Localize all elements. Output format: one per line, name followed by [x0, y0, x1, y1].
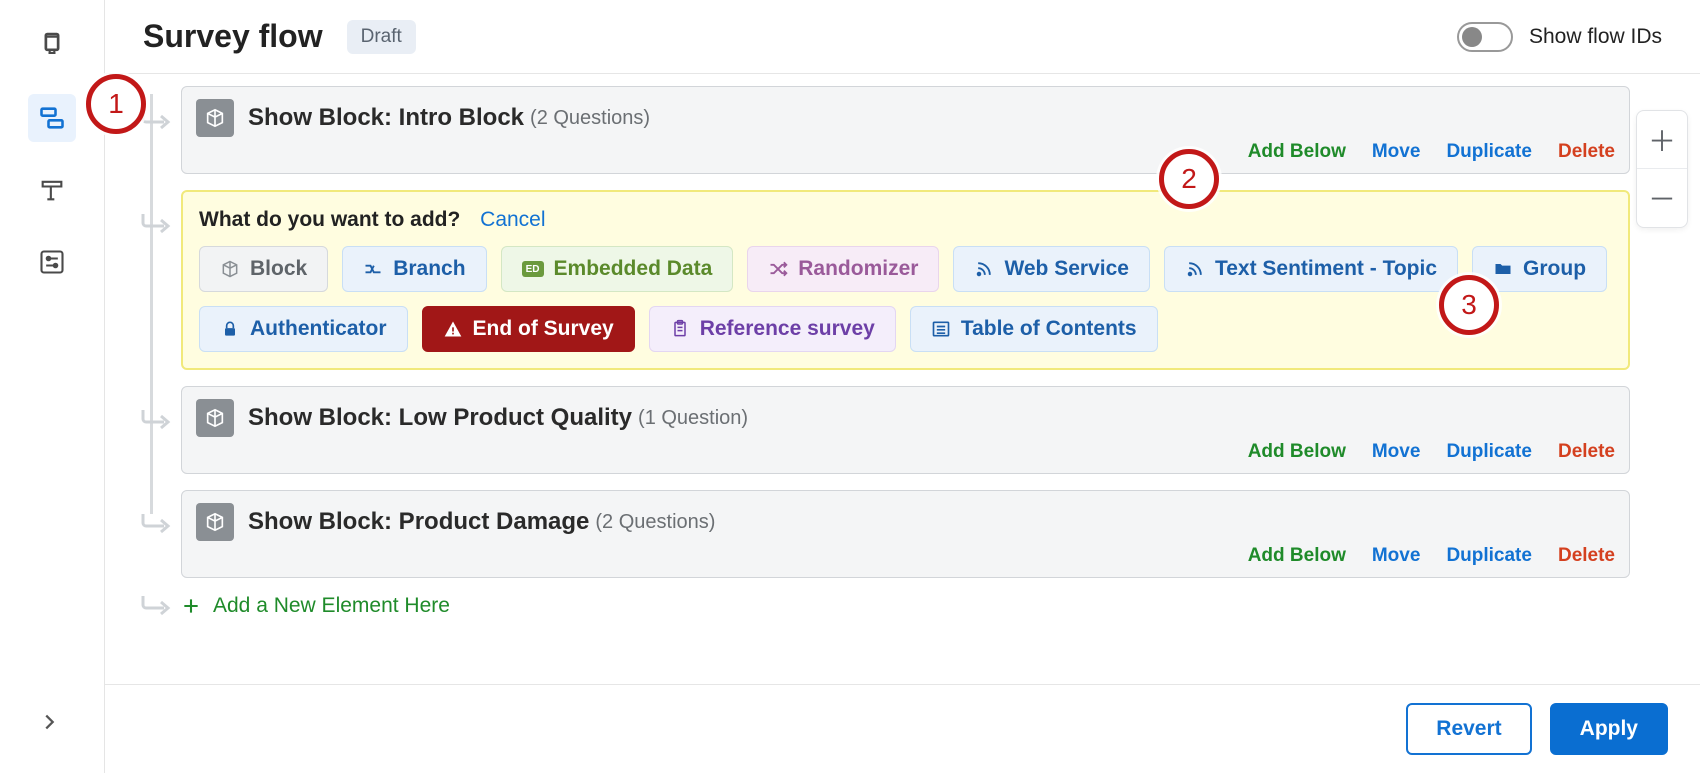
clipboard-icon [670, 319, 690, 339]
nav-options[interactable] [28, 238, 76, 286]
zoom-in-button[interactable]: ＋ [1637, 111, 1687, 169]
palette-authenticator-button[interactable]: Authenticator [199, 306, 408, 352]
duplicate-button[interactable]: Duplicate [1446, 441, 1532, 463]
add-new-element-label: Add a New Element Here [213, 594, 450, 618]
header: Survey flow Draft Show flow IDs [105, 0, 1700, 74]
delete-button[interactable]: Delete [1558, 141, 1615, 163]
flow-block[interactable]: Show Block: Low Product Quality (1 Quest… [181, 386, 1630, 474]
add-below-button[interactable]: Add Below [1248, 141, 1346, 163]
flow-block[interactable]: Show Block: Intro Block (2 Questions) Ad… [181, 86, 1630, 174]
palette-reference-survey-button[interactable]: Reference survey [649, 306, 896, 352]
delete-button[interactable]: Delete [1558, 441, 1615, 463]
flow-block[interactable]: Show Block: Product Damage (2 Questions)… [181, 490, 1630, 578]
status-badge: Draft [347, 20, 416, 54]
block-subtitle: (2 Questions) [530, 107, 650, 130]
move-button[interactable]: Move [1372, 545, 1421, 567]
element-palette: What do you want to add? Cancel Block Br… [181, 190, 1630, 370]
apply-button[interactable]: Apply [1550, 703, 1668, 755]
move-button[interactable]: Move [1372, 441, 1421, 463]
delete-button[interactable]: Delete [1558, 545, 1615, 567]
warning-icon [443, 319, 463, 339]
move-button[interactable]: Move [1372, 141, 1421, 163]
add-new-element-button[interactable]: Add a New Element Here [181, 594, 1630, 618]
page-title: Survey flow [143, 18, 323, 55]
annotation-marker: 2 [1159, 149, 1219, 209]
palette-branch-button[interactable]: Branch [342, 246, 486, 292]
folder-icon [1493, 259, 1513, 279]
embedded-data-icon: ED [522, 261, 544, 277]
shuffle-icon [768, 259, 788, 279]
add-below-button[interactable]: Add Below [1248, 545, 1346, 567]
palette-text-sentiment-button[interactable]: Text Sentiment - Topic [1164, 246, 1458, 292]
palette-end-of-survey-button[interactable]: End of Survey [422, 306, 635, 352]
show-flow-ids-label: Show flow IDs [1529, 25, 1662, 49]
block-title: Show Block: Intro Block [248, 104, 524, 132]
nav-look-feel[interactable] [28, 166, 76, 214]
branch-icon [363, 259, 383, 279]
flow-arrow-icon [141, 108, 171, 135]
palette-block-button[interactable]: Block [199, 246, 328, 292]
block-subtitle: (1 Question) [638, 407, 748, 430]
add-below-button[interactable]: Add Below [1248, 441, 1346, 463]
flow-arrow-icon [141, 512, 171, 539]
lock-icon [220, 319, 240, 339]
nav-builder[interactable] [28, 22, 76, 70]
palette-web-service-button[interactable]: Web Service [953, 246, 1150, 292]
show-flow-ids-toggle[interactable] [1457, 22, 1513, 52]
zoom-out-button[interactable]: － [1637, 169, 1687, 227]
block-icon [196, 503, 234, 541]
annotation-marker: 3 [1439, 275, 1499, 335]
cancel-button[interactable]: Cancel [480, 208, 545, 231]
duplicate-button[interactable]: Duplicate [1446, 141, 1532, 163]
palette-prompt: What do you want to add? [199, 208, 460, 231]
rss-icon [974, 259, 994, 279]
flow-arrow-icon [141, 408, 171, 435]
sidebar-expand[interactable] [38, 711, 60, 738]
rss-icon [1185, 259, 1205, 279]
block-title: Show Block: Product Damage [248, 508, 589, 536]
flow-arrow-icon [141, 212, 171, 239]
palette-randomizer-button[interactable]: Randomizer [747, 246, 939, 292]
plus-icon [181, 596, 201, 616]
block-title: Show Block: Low Product Quality [248, 404, 632, 432]
duplicate-button[interactable]: Duplicate [1446, 545, 1532, 567]
flow-arrow-icon [141, 594, 171, 622]
block-icon [196, 399, 234, 437]
annotation-marker: 1 [86, 74, 146, 134]
nav-survey-flow[interactable] [28, 94, 76, 142]
palette-table-of-contents-button[interactable]: Table of Contents [910, 306, 1158, 352]
flow-connector-line [150, 94, 153, 514]
block-icon [196, 99, 234, 137]
block-icon [220, 259, 240, 279]
block-subtitle: (2 Questions) [595, 511, 715, 534]
revert-button[interactable]: Revert [1406, 703, 1531, 755]
palette-embedded-data-button[interactable]: ED Embedded Data [501, 246, 734, 292]
list-icon [931, 319, 951, 339]
